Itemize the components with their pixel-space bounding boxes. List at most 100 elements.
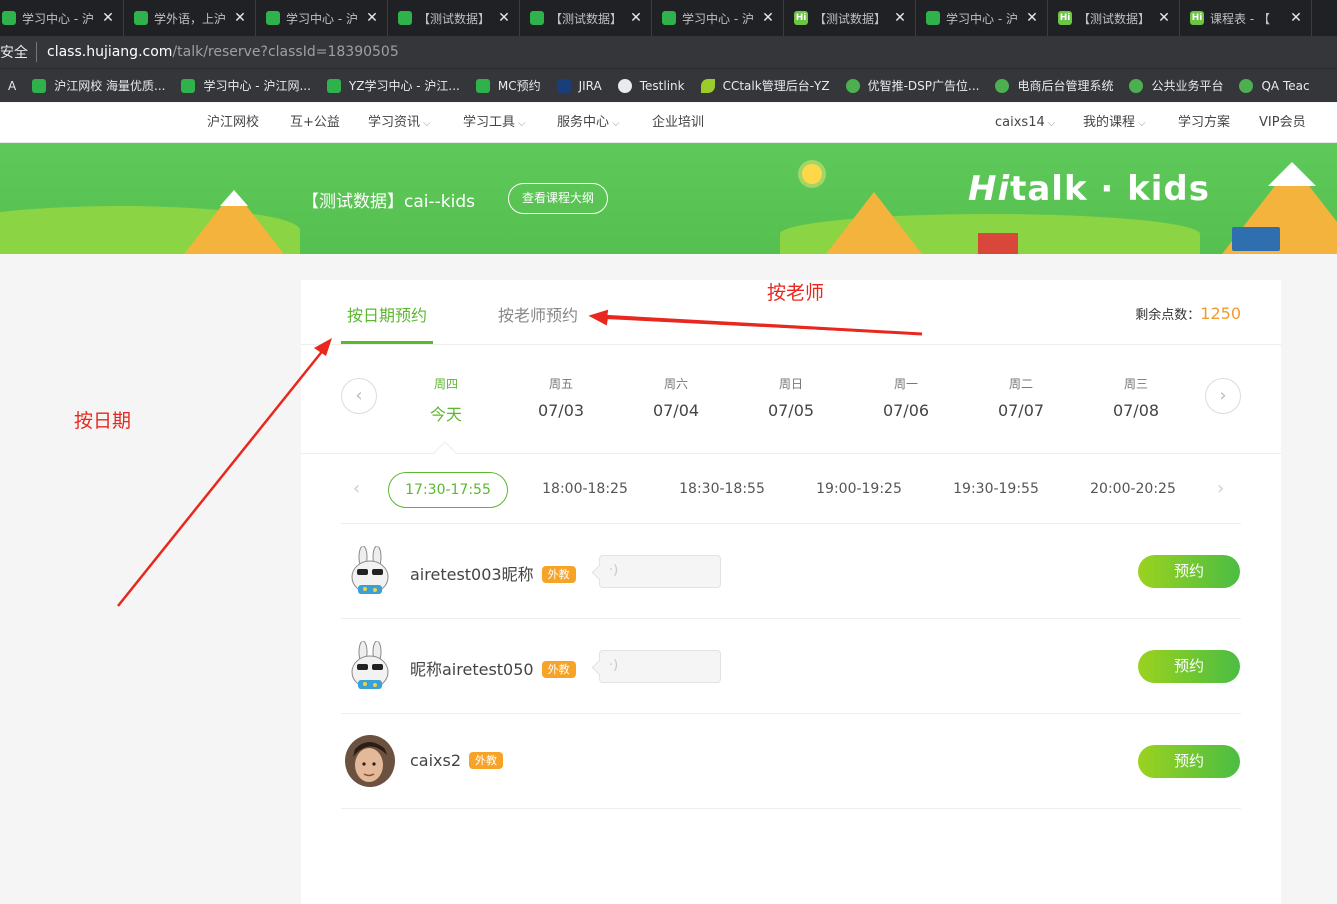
house-decoration [978, 233, 1018, 254]
security-indicator[interactable]: 安全 [0, 42, 37, 62]
bookmark-item[interactable]: A [0, 79, 24, 93]
day-weekday: 周四 [433, 377, 458, 391]
nav-charity[interactable]: 互+公益 [290, 103, 340, 143]
nav-learning-tools[interactable]: 学习工具 ⌵ [463, 103, 526, 143]
day-item[interactable]: 周四 今天 [406, 375, 486, 425]
bookmark-item[interactable]: 沪江网校 海量优质... [24, 77, 173, 94]
browser-tab[interactable]: 学外语，上沪 ✕ [124, 0, 256, 36]
bookmark-item[interactable]: 公共业务平台 [1121, 77, 1231, 94]
bookmark-item[interactable]: YZ学习中心 - 沪江... [319, 77, 468, 94]
address-bar[interactable]: 安全 class.hujiang.com/talk/reserve?classI… [0, 36, 1337, 68]
browser-tab[interactable]: Hi 【测试数据】 ✕ [1048, 0, 1180, 36]
tab-title: 【测试数据】 [550, 11, 623, 26]
bookmark-item[interactable]: 优智推-DSP广告位... [838, 77, 988, 94]
day-weekday: 周日 [778, 377, 803, 391]
browser-tab[interactable]: Hi 课程表 - 【 ✕ [1180, 0, 1312, 36]
nav-learning-news[interactable]: 学习资讯 ⌵ [368, 103, 431, 143]
day-item[interactable]: 周一 07/06 [866, 375, 946, 420]
nav-enterprise-training[interactable]: 企业培训 [652, 103, 704, 143]
close-icon[interactable]: ✕ [1155, 10, 1173, 26]
avatar[interactable] [345, 545, 395, 597]
bookmark-item[interactable]: JIRA [549, 78, 610, 93]
bookmark-item[interactable]: 学习中心 - 沪江网... [173, 77, 318, 94]
c-icon [995, 78, 1010, 93]
close-icon[interactable]: ✕ [759, 10, 777, 26]
avatar[interactable] [345, 735, 395, 787]
chevron-down-icon: ⌵ [423, 118, 431, 129]
browser-tab[interactable]: 【测试数据】 ✕ [388, 0, 520, 36]
tab-title: 学习中心 - 沪 [22, 11, 94, 26]
book-button[interactable]: 预约 [1138, 650, 1240, 683]
sprout-icon [266, 11, 280, 25]
prev-slots-chevron-icon[interactable]: ‹ [353, 478, 360, 499]
tab-book-by-date[interactable]: 按日期预约 [347, 302, 427, 326]
time-slot[interactable]: 18:30-18:55 [662, 472, 782, 508]
teacher-row: caixs2 外教 预约 [341, 714, 1241, 809]
time-slot[interactable]: 18:00-18:25 [525, 472, 645, 508]
close-icon[interactable]: ✕ [363, 10, 381, 26]
sound-wave-icon: ·) [609, 658, 619, 673]
nav-label: caixs14 [995, 115, 1045, 130]
browser-tab[interactable]: 学习中心 - 沪 ✕ [916, 0, 1048, 36]
close-icon[interactable]: ✕ [1287, 10, 1305, 26]
logo-hi: Hi [968, 169, 1011, 209]
bookmark-item[interactable]: CCtalk管理后台-YZ [693, 77, 838, 94]
close-icon[interactable]: ✕ [495, 10, 513, 26]
bookmark-item[interactable]: MC预约 [468, 77, 549, 94]
nav-learning-plans[interactable]: 学习方案 [1178, 103, 1230, 143]
tab-book-by-teacher[interactable]: 按老师预约 [498, 302, 578, 326]
next-week-button[interactable]: › [1205, 378, 1241, 414]
close-icon[interactable]: ✕ [99, 10, 117, 26]
nav-user-menu[interactable]: caixs14 ⌵ [995, 103, 1055, 143]
browser-tab[interactable]: 【测试数据】 ✕ [520, 0, 652, 36]
browser-tab[interactable]: Hi 【测试数据】 ✕ [784, 0, 916, 36]
view-outline-button[interactable]: 查看课程大纲 [508, 183, 608, 214]
time-slot[interactable]: 20:00-20:25 [1073, 472, 1193, 508]
target-icon [845, 78, 860, 93]
nav-vip[interactable]: VIP会员 [1259, 103, 1306, 143]
day-item[interactable]: 周五 07/03 [521, 375, 601, 420]
next-slots-chevron-icon[interactable]: › [1217, 478, 1224, 499]
points-value: 1250 [1200, 304, 1241, 323]
nav-label: VIP会员 [1259, 115, 1306, 130]
day-item[interactable]: 周三 07/08 [1096, 375, 1176, 420]
book-button[interactable]: 预约 [1138, 555, 1240, 588]
browser-tab[interactable]: 学习中心 - 沪 ✕ [0, 0, 124, 36]
browser-tab[interactable]: 学习中心 - 沪 ✕ [652, 0, 784, 36]
close-icon[interactable]: ✕ [627, 10, 645, 26]
day-item[interactable]: 周日 07/05 [751, 375, 831, 420]
bookmark-label: 沪江网校 海量优质... [54, 79, 166, 93]
nav-service-center[interactable]: 服务中心 ⌵ [557, 103, 620, 143]
nav-my-courses[interactable]: 我的课程 ⌵ [1083, 103, 1146, 143]
bookmark-label: 优智推-DSP广告位... [867, 79, 980, 93]
teacher-name[interactable]: airetest003昵称 外教 [410, 561, 576, 585]
sprout-icon [662, 11, 676, 25]
avatar[interactable] [345, 640, 395, 692]
close-icon[interactable]: ✕ [1023, 10, 1041, 26]
teacher-name[interactable]: caixs2 外教 [410, 751, 504, 770]
day-date: 07/06 [882, 401, 930, 420]
nav-hujiang-school[interactable]: 沪江网校 [207, 103, 259, 143]
close-icon[interactable]: ✕ [891, 10, 909, 26]
foreign-teacher-badge: 外教 [541, 566, 576, 583]
time-slot[interactable]: 19:30-19:55 [936, 472, 1056, 508]
book-button[interactable]: 预约 [1138, 745, 1240, 778]
prev-week-button[interactable]: ‹ [341, 378, 377, 414]
chevron-down-icon: ⌵ [1138, 118, 1146, 129]
url-host: class.hujiang.com [47, 44, 173, 60]
audio-intro-player[interactable]: ·) [599, 650, 721, 683]
time-slot[interactable]: 17:30-17:55 [388, 472, 508, 508]
close-icon[interactable]: ✕ [231, 10, 249, 26]
audio-intro-player[interactable]: ·) [599, 555, 721, 588]
teacher-name[interactable]: 昵称airetest050 外教 [410, 656, 576, 680]
bookmark-item[interactable]: QA Teac [1231, 78, 1317, 93]
day-weekday: 周三 [1123, 377, 1148, 391]
bookmark-item[interactable]: 电商后台管理系统 [987, 77, 1121, 94]
day-item[interactable]: 周二 07/07 [981, 375, 1061, 420]
day-item[interactable]: 周六 07/04 [636, 375, 716, 420]
bookmark-item[interactable]: Testlink [610, 78, 693, 93]
course-title: 【测试数据】cai--kids [302, 192, 475, 212]
time-slot[interactable]: 19:00-19:25 [799, 472, 919, 508]
browser-tab[interactable]: 学习中心 - 沪 ✕ [256, 0, 388, 36]
bookmark-label: Testlink [639, 78, 685, 93]
